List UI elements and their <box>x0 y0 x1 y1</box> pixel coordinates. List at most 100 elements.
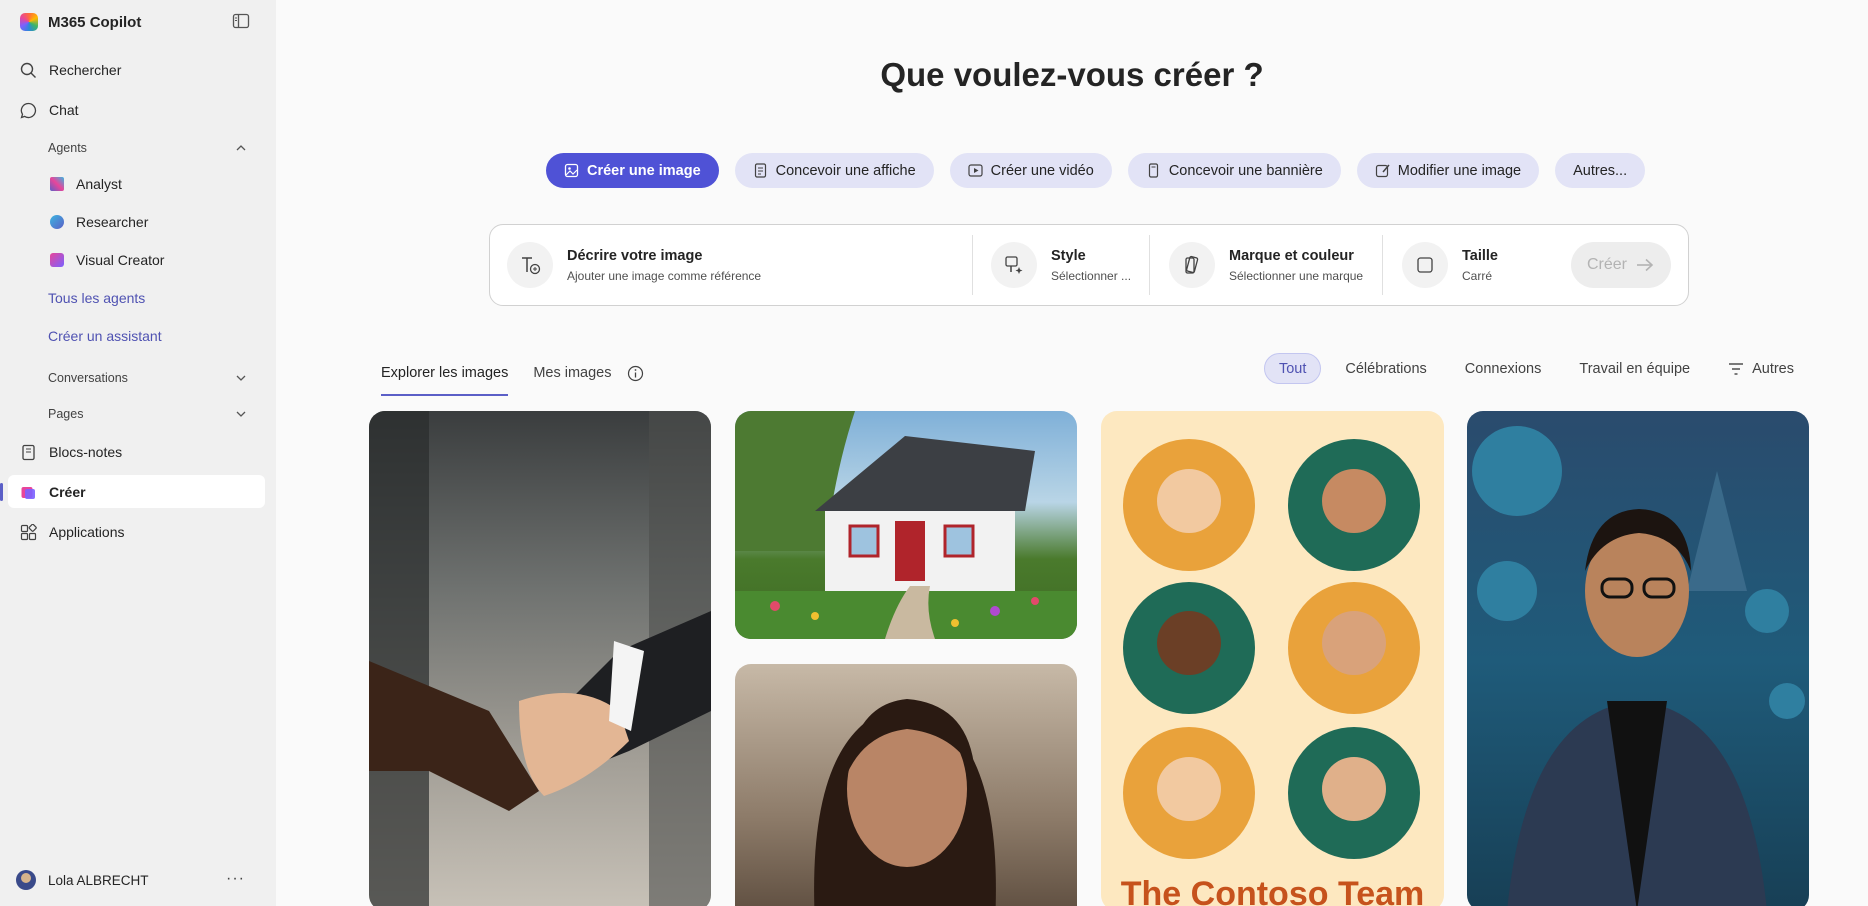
info-icon[interactable] <box>627 365 644 382</box>
handshake-image <box>369 411 711 906</box>
image-icon <box>564 163 579 178</box>
create-assistant-link[interactable]: Créer un assistant <box>48 323 162 349</box>
conversations-section-header[interactable]: Conversations <box>48 365 128 391</box>
pill-label: Créer une image <box>587 162 701 179</box>
divider <box>1149 235 1150 295</box>
pill-label: Autres... <box>1573 162 1628 179</box>
sidebar-item-search[interactable]: Rechercher <box>20 57 121 83</box>
sidebar-item-label: Visual Creator <box>76 252 165 268</box>
pill-create-image[interactable]: Créer une image <box>546 153 719 188</box>
image-composer: Décrire votre image Ajouter une image co… <box>489 224 1689 306</box>
sidebar-item-researcher[interactable]: Researcher <box>50 209 148 235</box>
chat-bubble-icon <box>20 102 37 119</box>
sidebar-toggle-icon[interactable] <box>232 12 250 30</box>
tab-explore-images[interactable]: Explorer les images <box>381 358 509 396</box>
pill-label: Créer une vidéo <box>990 162 1094 179</box>
more-options-icon[interactable]: ··· <box>226 870 245 888</box>
sidebar-item-analyst[interactable]: Analyst <box>50 171 122 197</box>
poster-icon <box>754 163 766 178</box>
pages-section-header[interactable]: Pages <box>48 401 83 427</box>
create-icon <box>21 486 35 499</box>
pill-edit-image[interactable]: Modifier une image <box>1356 153 1540 188</box>
filter-celebrations[interactable]: Célébrations <box>1331 353 1440 384</box>
create-type-pills: Créer une image Concevoir une affiche Cr… <box>546 153 1661 188</box>
arrow-right-icon <box>1637 258 1654 272</box>
pill-more[interactable]: Autres... <box>1555 153 1646 188</box>
sidebar: M365 Copilot Rechercher Chat Agents Anal… <box>0 0 276 906</box>
pill-label: Concevoir une bannière <box>1168 162 1323 179</box>
cottage-image <box>735 411 1077 639</box>
filter-connections[interactable]: Connexions <box>1451 353 1556 384</box>
pill-design-poster[interactable]: Concevoir une affiche <box>734 153 934 188</box>
style-selector[interactable]: Style Sélectionner ... <box>991 225 1131 305</box>
text-image-icon <box>507 242 553 288</box>
gallery-image-team-poster[interactable]: The Contoso Team <box>1101 411 1444 906</box>
describe-image-field[interactable]: Décrire votre image Ajouter une image co… <box>507 225 761 305</box>
sidebar-item-notebooks[interactable]: Blocs-notes <box>20 439 122 465</box>
describe-subtitle: Ajouter une image comme référence <box>567 268 762 283</box>
filter-more-label: Autres <box>1752 360 1794 377</box>
visual-creator-icon <box>50 253 64 267</box>
notebook-icon <box>22 444 35 460</box>
filter-more[interactable]: Autres <box>1714 353 1808 384</box>
search-icon <box>20 62 36 78</box>
all-agents-link[interactable]: Tous les agents <box>48 285 145 311</box>
sidebar-item-label: Applications <box>49 524 125 540</box>
man-portrait-image <box>1472 426 1805 906</box>
gallery-tabs: Explorer les images Mes images <box>381 358 644 396</box>
sidebar-item-visual-creator[interactable]: Visual Creator <box>50 247 164 273</box>
category-filters: Tout Célébrations Connexions Travail en … <box>1254 353 1808 384</box>
brand-color-selector[interactable]: Marque et couleur Sélectionner une marqu… <box>1169 225 1363 305</box>
sidebar-item-apps[interactable]: Applications <box>20 519 125 545</box>
researcher-icon <box>50 215 64 229</box>
divider <box>972 235 973 295</box>
user-profile[interactable]: Lola ALBRECHT <box>16 870 149 890</box>
gallery-image-cottage[interactable] <box>735 411 1077 639</box>
pages-label: Pages <box>48 407 84 421</box>
sidebar-item-label: Analyst <box>76 176 122 192</box>
chevron-down-icon[interactable] <box>234 407 248 421</box>
size-selector[interactable]: Taille Carré <box>1402 225 1498 305</box>
analyst-icon <box>50 177 64 191</box>
filter-icon <box>1729 362 1744 375</box>
pill-create-video[interactable]: Créer une vidéo <box>949 153 1112 188</box>
brand: M365 Copilot <box>20 12 141 32</box>
agents-section-label: Agents <box>48 141 87 155</box>
divider <box>1382 235 1383 295</box>
chevron-up-icon[interactable] <box>234 141 248 155</box>
team-caption: The Contoso Team <box>1120 875 1425 906</box>
pill-label: Concevoir une affiche <box>775 162 916 179</box>
pill-design-banner[interactable]: Concevoir une bannière <box>1127 153 1341 188</box>
gallery-image-man-portrait[interactable] <box>1467 411 1809 906</box>
app-title: M365 Copilot <box>48 13 142 31</box>
tab-my-images[interactable]: Mes images <box>533 358 611 388</box>
copilot-logo-icon <box>20 13 38 31</box>
create-button[interactable]: Créer <box>1571 242 1671 288</box>
gallery-image-portrait-woman[interactable] <box>735 664 1077 906</box>
sidebar-item-create[interactable]: Créer <box>20 479 86 505</box>
brand-title: Marque et couleur <box>1229 247 1354 264</box>
size-title: Taille <box>1462 247 1498 264</box>
user-name: Lola ALBRECHT <box>48 872 149 888</box>
banner-icon <box>1148 163 1158 178</box>
avatar <box>16 870 36 890</box>
sidebar-item-label: Researcher <box>76 214 149 230</box>
square-size-icon <box>1402 242 1448 288</box>
gallery-image-handshake[interactable] <box>369 411 711 906</box>
portrait-image <box>814 699 996 906</box>
video-icon <box>968 164 983 177</box>
agents-section-header[interactable]: Agents <box>48 135 87 161</box>
sidebar-item-chat[interactable]: Chat <box>20 97 79 123</box>
describe-title: Décrire votre image <box>567 247 703 264</box>
filter-all[interactable]: Tout <box>1263 353 1322 384</box>
page-title: Que voulez-vous créer ? <box>880 56 1264 93</box>
sidebar-item-label: Chat <box>49 102 79 118</box>
style-title: Style <box>1051 247 1086 264</box>
brand-subtitle: Sélectionner une marque <box>1229 268 1364 283</box>
chevron-down-icon[interactable] <box>234 371 248 385</box>
filter-teamwork[interactable]: Travail en équipe <box>1565 353 1704 384</box>
brand-kit-icon <box>1169 242 1215 288</box>
pill-label: Modifier une image <box>1397 162 1522 179</box>
sidebar-item-label: Créer <box>49 484 86 500</box>
style-brush-icon <box>991 242 1037 288</box>
